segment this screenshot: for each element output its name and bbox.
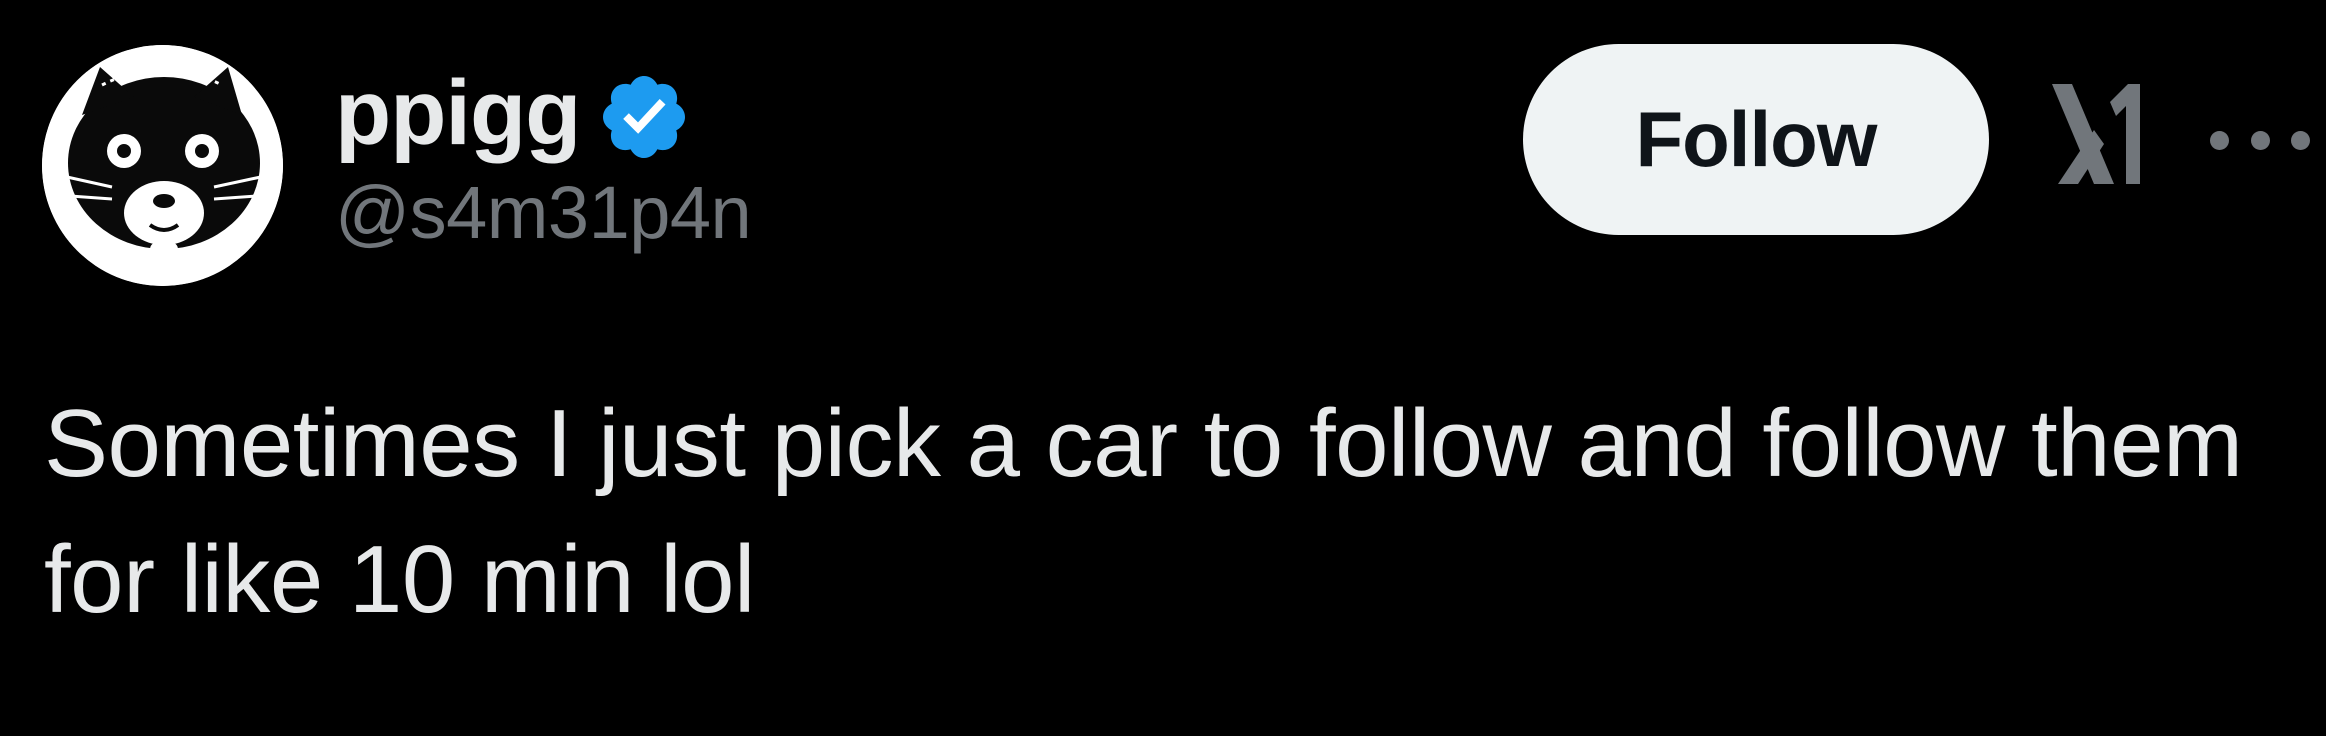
- verified-badge-icon[interactable]: [596, 69, 692, 165]
- more-dot: [2210, 130, 2229, 150]
- user-handle[interactable]: @s4m31p4n: [335, 176, 752, 250]
- more-dot: [2250, 130, 2270, 150]
- more-options-icon[interactable]: [2210, 120, 2310, 160]
- author-info: ppigg @s4m31p4n: [335, 58, 752, 250]
- follow-button[interactable]: Follow: [1523, 44, 1989, 235]
- display-name[interactable]: ppigg: [335, 67, 581, 159]
- x-logo-icon[interactable]: [2048, 82, 2144, 186]
- tweet-text: Sometimes I just pick a car to follow an…: [44, 390, 2243, 633]
- tweet-card: ppigg @s4m31p4n Follow Sometimes I just …: [0, 0, 2326, 736]
- more-dot: [2291, 130, 2310, 150]
- user-avatar[interactable]: [42, 45, 283, 286]
- name-row: ppigg: [335, 58, 751, 168]
- cat-avatar-image: [42, 45, 283, 286]
